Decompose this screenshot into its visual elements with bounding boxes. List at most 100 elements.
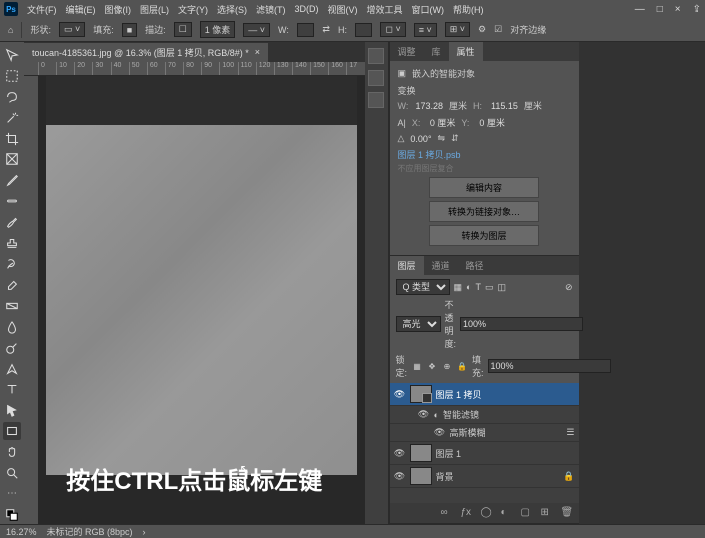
fg-bg-colors[interactable]: [3, 506, 21, 524]
opacity-input[interactable]: [460, 317, 583, 331]
visibility-icon[interactable]: 👁: [418, 409, 430, 420]
lock-position-icon[interactable]: ✥: [426, 360, 438, 372]
text-tool[interactable]: [3, 381, 21, 399]
menu-edit[interactable]: 编辑(E): [66, 3, 96, 16]
adjustment-icon[interactable]: ◐: [501, 507, 513, 519]
visibility-icon[interactable]: 👁: [434, 427, 446, 438]
tab-close-icon[interactable]: ×: [255, 47, 260, 57]
layer-row[interactable]: 👁 ◐ 智能滤镜: [390, 406, 579, 424]
stroke-width[interactable]: 1 像素: [200, 21, 236, 38]
blur-tool[interactable]: [3, 318, 21, 336]
lock-artboard-icon[interactable]: ⊕: [441, 360, 453, 372]
path-select-tool[interactable]: [3, 401, 21, 419]
dodge-tool[interactable]: [3, 339, 21, 357]
history-brush-tool[interactable]: [3, 255, 21, 273]
align-icon[interactable]: A|: [398, 118, 406, 128]
w-input[interactable]: [297, 23, 315, 37]
menu-3d[interactable]: 3D(D): [295, 4, 319, 14]
tab-channels[interactable]: 通道: [424, 256, 458, 275]
layer-thumb[interactable]: [410, 467, 432, 485]
link-wh-icon[interactable]: ⇄: [322, 24, 330, 35]
filter-smart-icon[interactable]: ◫: [497, 282, 506, 293]
layer-name[interactable]: 图层 1: [436, 447, 462, 460]
tab-properties[interactable]: 属性: [449, 42, 483, 61]
y-value[interactable]: 0 厘米: [479, 116, 505, 129]
gear-icon[interactable]: ⚙: [478, 24, 486, 35]
layer-name[interactable]: 背景: [436, 470, 454, 483]
color-panel-icon[interactable]: [368, 48, 384, 64]
stroke-swatch[interactable]: ☐: [174, 22, 192, 37]
filter-toggle[interactable]: ⊘: [565, 282, 573, 293]
pen-tool[interactable]: [3, 360, 21, 378]
h-input[interactable]: [355, 23, 373, 37]
layer-name[interactable]: 高斯模糊: [450, 426, 486, 439]
gradient-tool[interactable]: [3, 297, 21, 315]
canvas[interactable]: [38, 76, 365, 524]
maximize-button[interactable]: □: [657, 4, 663, 15]
edit-toolbar[interactable]: ⋯: [3, 485, 21, 503]
mask-icon[interactable]: ◯: [481, 507, 493, 519]
home-icon[interactable]: ⌂: [8, 25, 13, 35]
share-button[interactable]: ⇪: [693, 4, 701, 15]
lock-all-icon[interactable]: 🔒: [456, 360, 468, 372]
filter-pixel-icon[interactable]: ▦: [454, 282, 463, 293]
stamp-tool[interactable]: [3, 234, 21, 252]
menu-file[interactable]: 文件(F): [27, 3, 57, 16]
zoom-tool[interactable]: [3, 464, 21, 482]
w-value[interactable]: 173.28: [416, 101, 444, 111]
layer-name[interactable]: 智能滤镜: [443, 408, 479, 421]
zoom-level[interactable]: 16.27%: [6, 527, 37, 537]
filter-shape-icon[interactable]: ▭: [485, 282, 494, 293]
shape-select[interactable]: ▭ ˅: [59, 22, 85, 37]
visibility-icon[interactable]: 👁: [394, 471, 406, 482]
layer-row[interactable]: 👁 图层 1: [390, 442, 579, 465]
filter-adjust-icon[interactable]: ◐: [466, 282, 471, 292]
align-edges-label[interactable]: 对齐边缘: [510, 23, 546, 36]
ruler-vertical[interactable]: [24, 76, 38, 524]
layer-thumb[interactable]: [410, 385, 432, 403]
menu-select[interactable]: 选择(S): [217, 3, 247, 16]
menu-type[interactable]: 文字(Y): [178, 3, 208, 16]
angle-value[interactable]: 0.00°: [410, 134, 431, 144]
delete-icon[interactable]: 🗑: [561, 507, 573, 519]
layer-row[interactable]: 👁 图层 1 拷贝: [390, 383, 579, 406]
filter-text-icon[interactable]: T: [475, 282, 481, 292]
menu-view[interactable]: 视图(V): [328, 3, 358, 16]
lock-pixels-icon[interactable]: ▦: [411, 360, 423, 372]
layer-row[interactable]: 👁 背景 🔒: [390, 465, 579, 488]
fill-swatch[interactable]: ■: [122, 23, 137, 37]
lasso-tool[interactable]: [3, 88, 21, 106]
tab-library[interactable]: 库: [424, 42, 449, 61]
layer-name[interactable]: 图层 1 拷贝: [436, 388, 482, 401]
fill-input[interactable]: [488, 359, 611, 373]
brush-tool[interactable]: [3, 213, 21, 231]
h-value[interactable]: 115.15: [491, 101, 518, 111]
filter-settings-icon[interactable]: ☰: [566, 427, 574, 438]
menu-plugins[interactable]: 增效工具: [367, 3, 403, 16]
visibility-icon[interactable]: 👁: [394, 448, 406, 459]
wand-tool[interactable]: [3, 109, 21, 127]
hand-tool[interactable]: [3, 443, 21, 461]
fx-icon[interactable]: ƒx: [461, 507, 473, 519]
layer-thumb[interactable]: [410, 444, 432, 462]
doc-info[interactable]: 未标记的 RGB (8bpc): [47, 525, 133, 538]
menu-help[interactable]: 帮助(H): [453, 3, 484, 16]
crop-tool[interactable]: [3, 130, 21, 148]
move-tool[interactable]: [3, 46, 21, 64]
ruler-horizontal[interactable]: 0102030405060708090100110120130140150160…: [24, 62, 365, 76]
frame-tool[interactable]: [3, 151, 21, 169]
menu-layer[interactable]: 图层(L): [140, 3, 169, 16]
flip-h-icon[interactable]: ⇋: [438, 133, 446, 144]
arrange[interactable]: ⊞ ˅: [445, 22, 470, 37]
x-value[interactable]: 0 厘米: [430, 116, 456, 129]
stroke-style[interactable]: — ˅: [243, 23, 270, 37]
menu-filter[interactable]: 滤镜(T): [256, 3, 286, 16]
heal-tool[interactable]: [3, 192, 21, 210]
tab-paths[interactable]: 路径: [458, 256, 492, 275]
visibility-icon[interactable]: 👁: [394, 389, 406, 400]
tab-adjust[interactable]: 调整: [390, 42, 424, 61]
info-chevron-icon[interactable]: ›: [143, 527, 146, 537]
minimize-button[interactable]: —: [635, 4, 645, 15]
tab-layers[interactable]: 图层: [390, 256, 424, 275]
path-ops[interactable]: ◻ ˅: [380, 22, 405, 37]
